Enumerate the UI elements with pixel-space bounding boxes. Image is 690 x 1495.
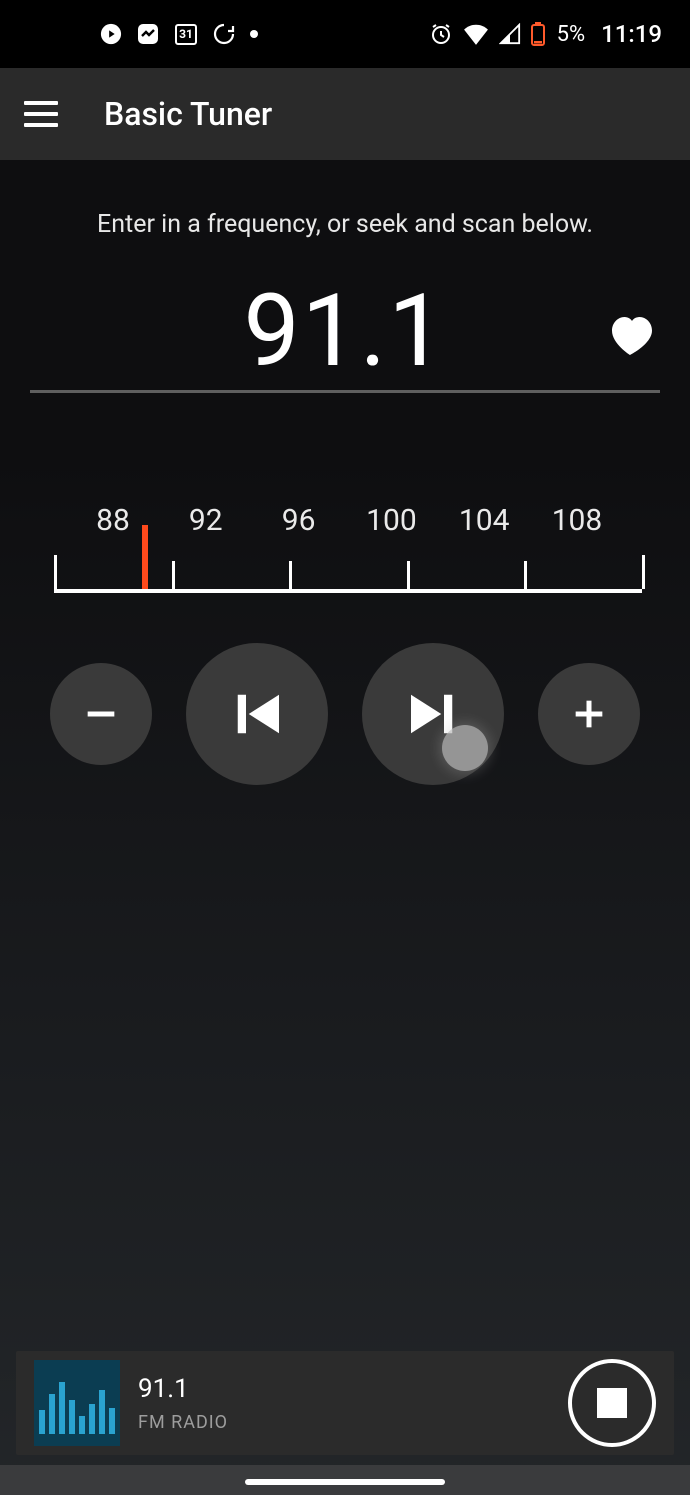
dial-label: 100 (356, 503, 426, 538)
status-left: 31 (100, 22, 258, 46)
tuner-controls (30, 633, 660, 785)
dial-axis (54, 559, 642, 593)
rotate-icon (212, 22, 236, 46)
frequency-dial[interactable]: 88 92 96 100 104 108 (26, 503, 664, 593)
stop-icon (597, 1388, 627, 1418)
app-title: Basic Tuner (104, 95, 272, 133)
frequency-value[interactable]: 91.1 (244, 279, 447, 384)
app-bar: Basic Tuner (0, 68, 690, 160)
now-playing-title: 91.1 (138, 1374, 228, 1404)
calendar-icon: 31 (174, 22, 198, 46)
hint-text: Enter in a frequency, or seek and scan b… (30, 210, 660, 239)
heart-icon (606, 313, 654, 357)
menu-button[interactable] (24, 94, 64, 134)
now-playing-art (34, 1360, 120, 1446)
favorite-button[interactable] (606, 313, 654, 357)
gesture-handle[interactable] (245, 1479, 445, 1485)
status-clock: 11:19 (601, 20, 662, 48)
frequency-field[interactable]: 91.1 (30, 279, 660, 393)
battery-percent: 5% (557, 22, 585, 47)
equalizer-icon (39, 1410, 45, 1434)
dial-needle[interactable] (142, 525, 148, 589)
dial-label: 96 (264, 503, 334, 538)
dot-icon (250, 30, 258, 38)
now-playing-subtitle: FM RADIO (138, 1412, 228, 1433)
play-circle-icon (100, 23, 122, 45)
stop-button[interactable] (568, 1359, 656, 1447)
seek-next-button[interactable] (362, 643, 504, 785)
battery-low-icon (531, 22, 545, 46)
status-right: 5% 11:19 (429, 20, 662, 48)
step-down-button[interactable] (50, 663, 152, 765)
dial-label: 92 (171, 503, 241, 538)
plus-icon (569, 694, 609, 734)
main-content: Enter in a frequency, or seek and scan b… (0, 160, 690, 785)
skip-previous-icon (224, 681, 290, 747)
hamburger-icon (24, 101, 58, 105)
minus-icon (81, 694, 121, 734)
seek-prev-button[interactable] (186, 643, 328, 785)
dial-label: 104 (449, 503, 519, 538)
now-playing-meta: 91.1 FM RADIO (138, 1374, 228, 1433)
now-playing-bar[interactable]: 91.1 FM RADIO (16, 1351, 674, 1455)
dial-label: 108 (542, 503, 612, 538)
alarm-icon (429, 22, 453, 46)
messenger-icon (136, 22, 160, 46)
wifi-icon (463, 23, 489, 45)
step-up-button[interactable] (538, 663, 640, 765)
touch-ripple (442, 725, 488, 771)
signal-icon (499, 23, 521, 45)
dial-label: 88 (78, 503, 148, 538)
calendar-day: 31 (174, 27, 198, 41)
dial-labels: 88 92 96 100 104 108 (26, 503, 664, 538)
status-bar: 31 5% 11:19 (0, 0, 690, 68)
